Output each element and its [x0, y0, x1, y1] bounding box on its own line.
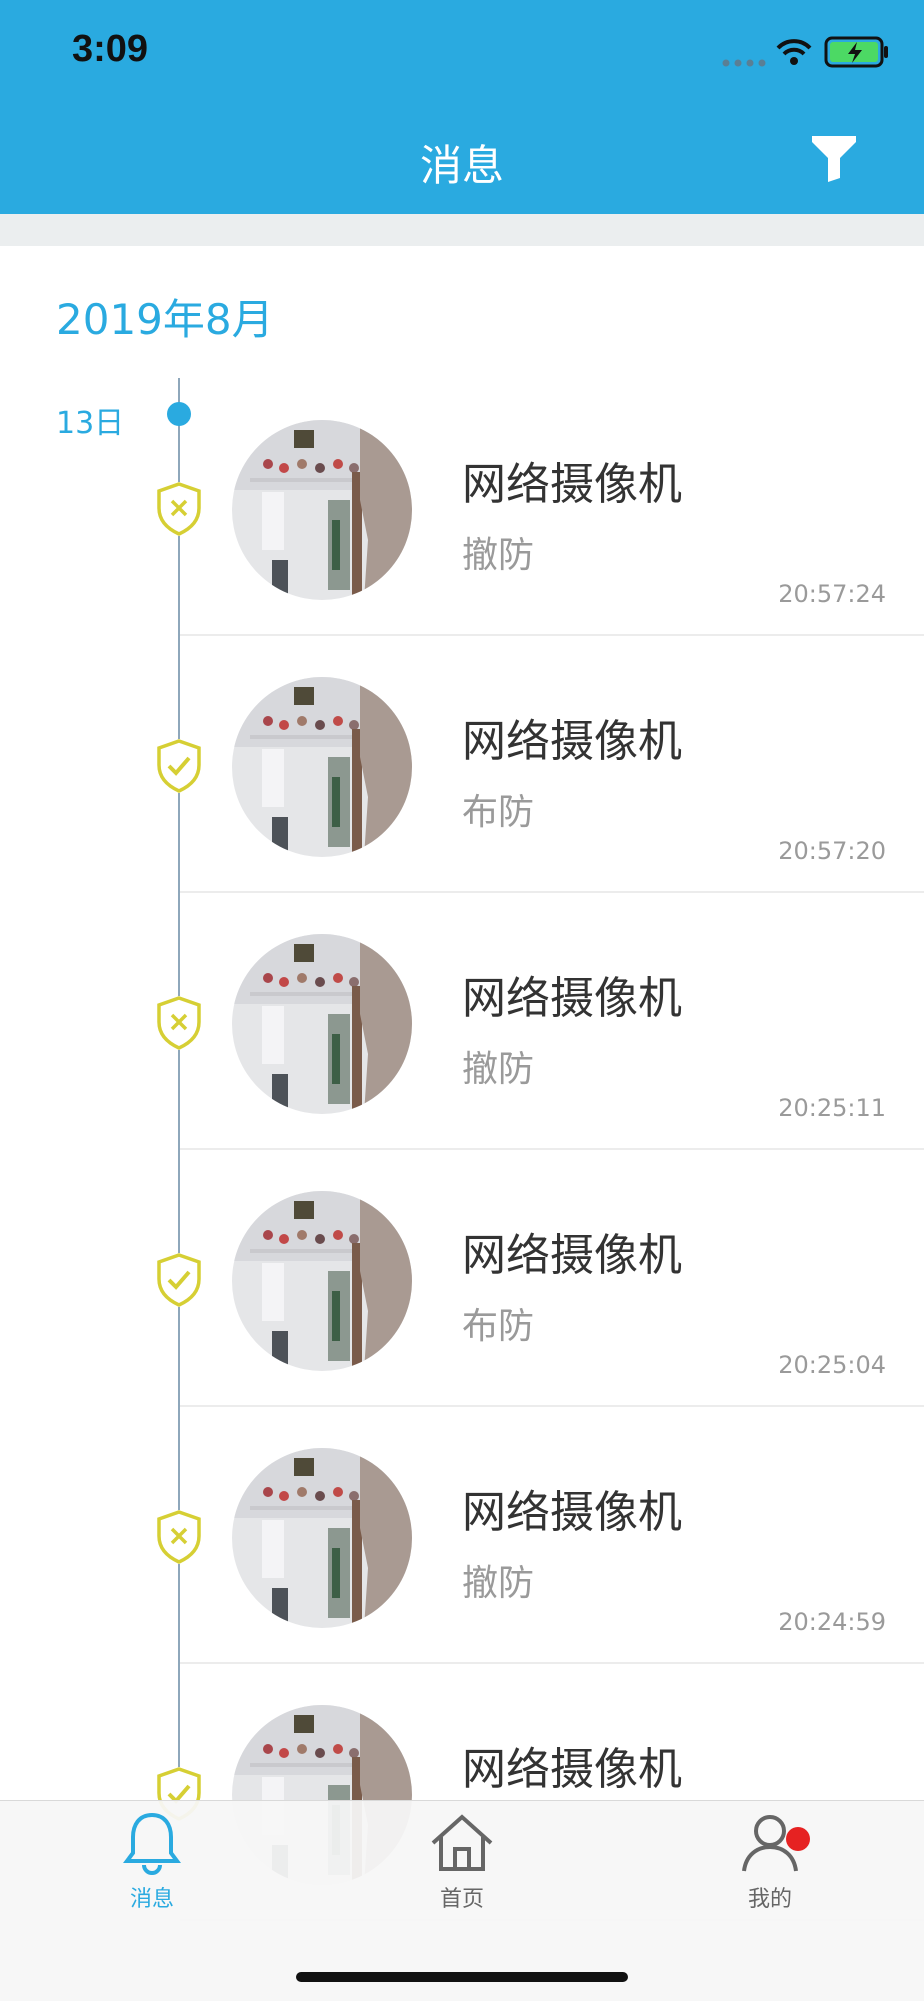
shield-x-icon — [156, 1510, 202, 1564]
shield-x-icon — [156, 996, 202, 1050]
tab-mine[interactable]: 我的 — [690, 1811, 850, 1931]
message-time: 20:25:04 — [778, 1351, 886, 1379]
camera-snapshot-thumbnail[interactable] — [232, 1191, 412, 1371]
message-status: 撤防 — [462, 1563, 535, 1604]
nav-bar: 消息 — [0, 100, 924, 214]
home-indicator — [296, 1972, 628, 1982]
cellular-signal-icon — [722, 59, 766, 67]
shield-check-icon — [156, 1253, 202, 1307]
message-title: 网络摄像机 — [462, 1744, 682, 1795]
message-status: 布防 — [462, 792, 535, 833]
tab-bar: 消息 首页 我的 — [0, 1800, 924, 2001]
filter-icon[interactable] — [812, 136, 856, 182]
home-icon — [431, 1814, 493, 1871]
message-time: 20:24:59 — [778, 1608, 886, 1636]
tab-messages-label: 消息 — [129, 1887, 174, 1912]
message-title: 网络摄像机 — [462, 716, 682, 767]
message-status: 布防 — [462, 1306, 535, 1347]
message-item[interactable]: 网络摄像机 撤防 20:24:59 — [0, 1408, 924, 1664]
camera-snapshot-thumbnail[interactable] — [232, 1448, 412, 1628]
divider — [180, 634, 924, 636]
tab-home[interactable]: 首页 — [382, 1811, 542, 1931]
message-time: 20:25:11 — [778, 1094, 886, 1122]
message-title: 网络摄像机 — [462, 1487, 682, 1538]
message-status: 撤防 — [462, 1049, 535, 1090]
divider — [180, 891, 924, 893]
month-header: 2019年8月 — [56, 295, 274, 344]
bell-icon — [123, 1812, 181, 1875]
status-time: 3:09 — [72, 28, 149, 70]
message-title: 网络摄像机 — [462, 1230, 682, 1281]
message-title: 网络摄像机 — [462, 459, 682, 510]
wifi-icon — [776, 39, 812, 65]
divider — [180, 1405, 924, 1407]
battery-charging-icon — [824, 36, 888, 68]
status-bar: 3:09 — [0, 0, 924, 100]
header-divider-strip — [0, 214, 924, 246]
shield-check-icon — [156, 739, 202, 793]
divider — [180, 1662, 924, 1664]
page-title: 消息 — [419, 141, 504, 190]
message-item[interactable]: 网络摄像机 布防 20:25:04 — [0, 1151, 924, 1407]
shield-x-icon — [156, 482, 202, 536]
notification-badge — [786, 1827, 810, 1851]
message-item[interactable]: 网络摄像机 撤防 20:57:24 — [0, 380, 924, 636]
divider — [180, 1148, 924, 1150]
message-time: 20:57:20 — [778, 837, 886, 865]
camera-snapshot-thumbnail[interactable] — [232, 677, 412, 857]
camera-snapshot-thumbnail[interactable] — [232, 420, 412, 600]
message-time: 20:57:24 — [778, 580, 886, 608]
camera-snapshot-thumbnail[interactable] — [232, 934, 412, 1114]
tab-messages[interactable]: 消息 — [72, 1811, 232, 1931]
message-status: 撤防 — [462, 535, 535, 576]
tab-mine-label: 我的 — [747, 1887, 792, 1912]
message-item[interactable]: 网络摄像机 撤防 20:25:11 — [0, 894, 924, 1150]
message-title: 网络摄像机 — [462, 973, 682, 1024]
message-item[interactable]: 网络摄像机 布防 20:57:20 — [0, 637, 924, 893]
tab-home-label: 首页 — [439, 1887, 484, 1912]
